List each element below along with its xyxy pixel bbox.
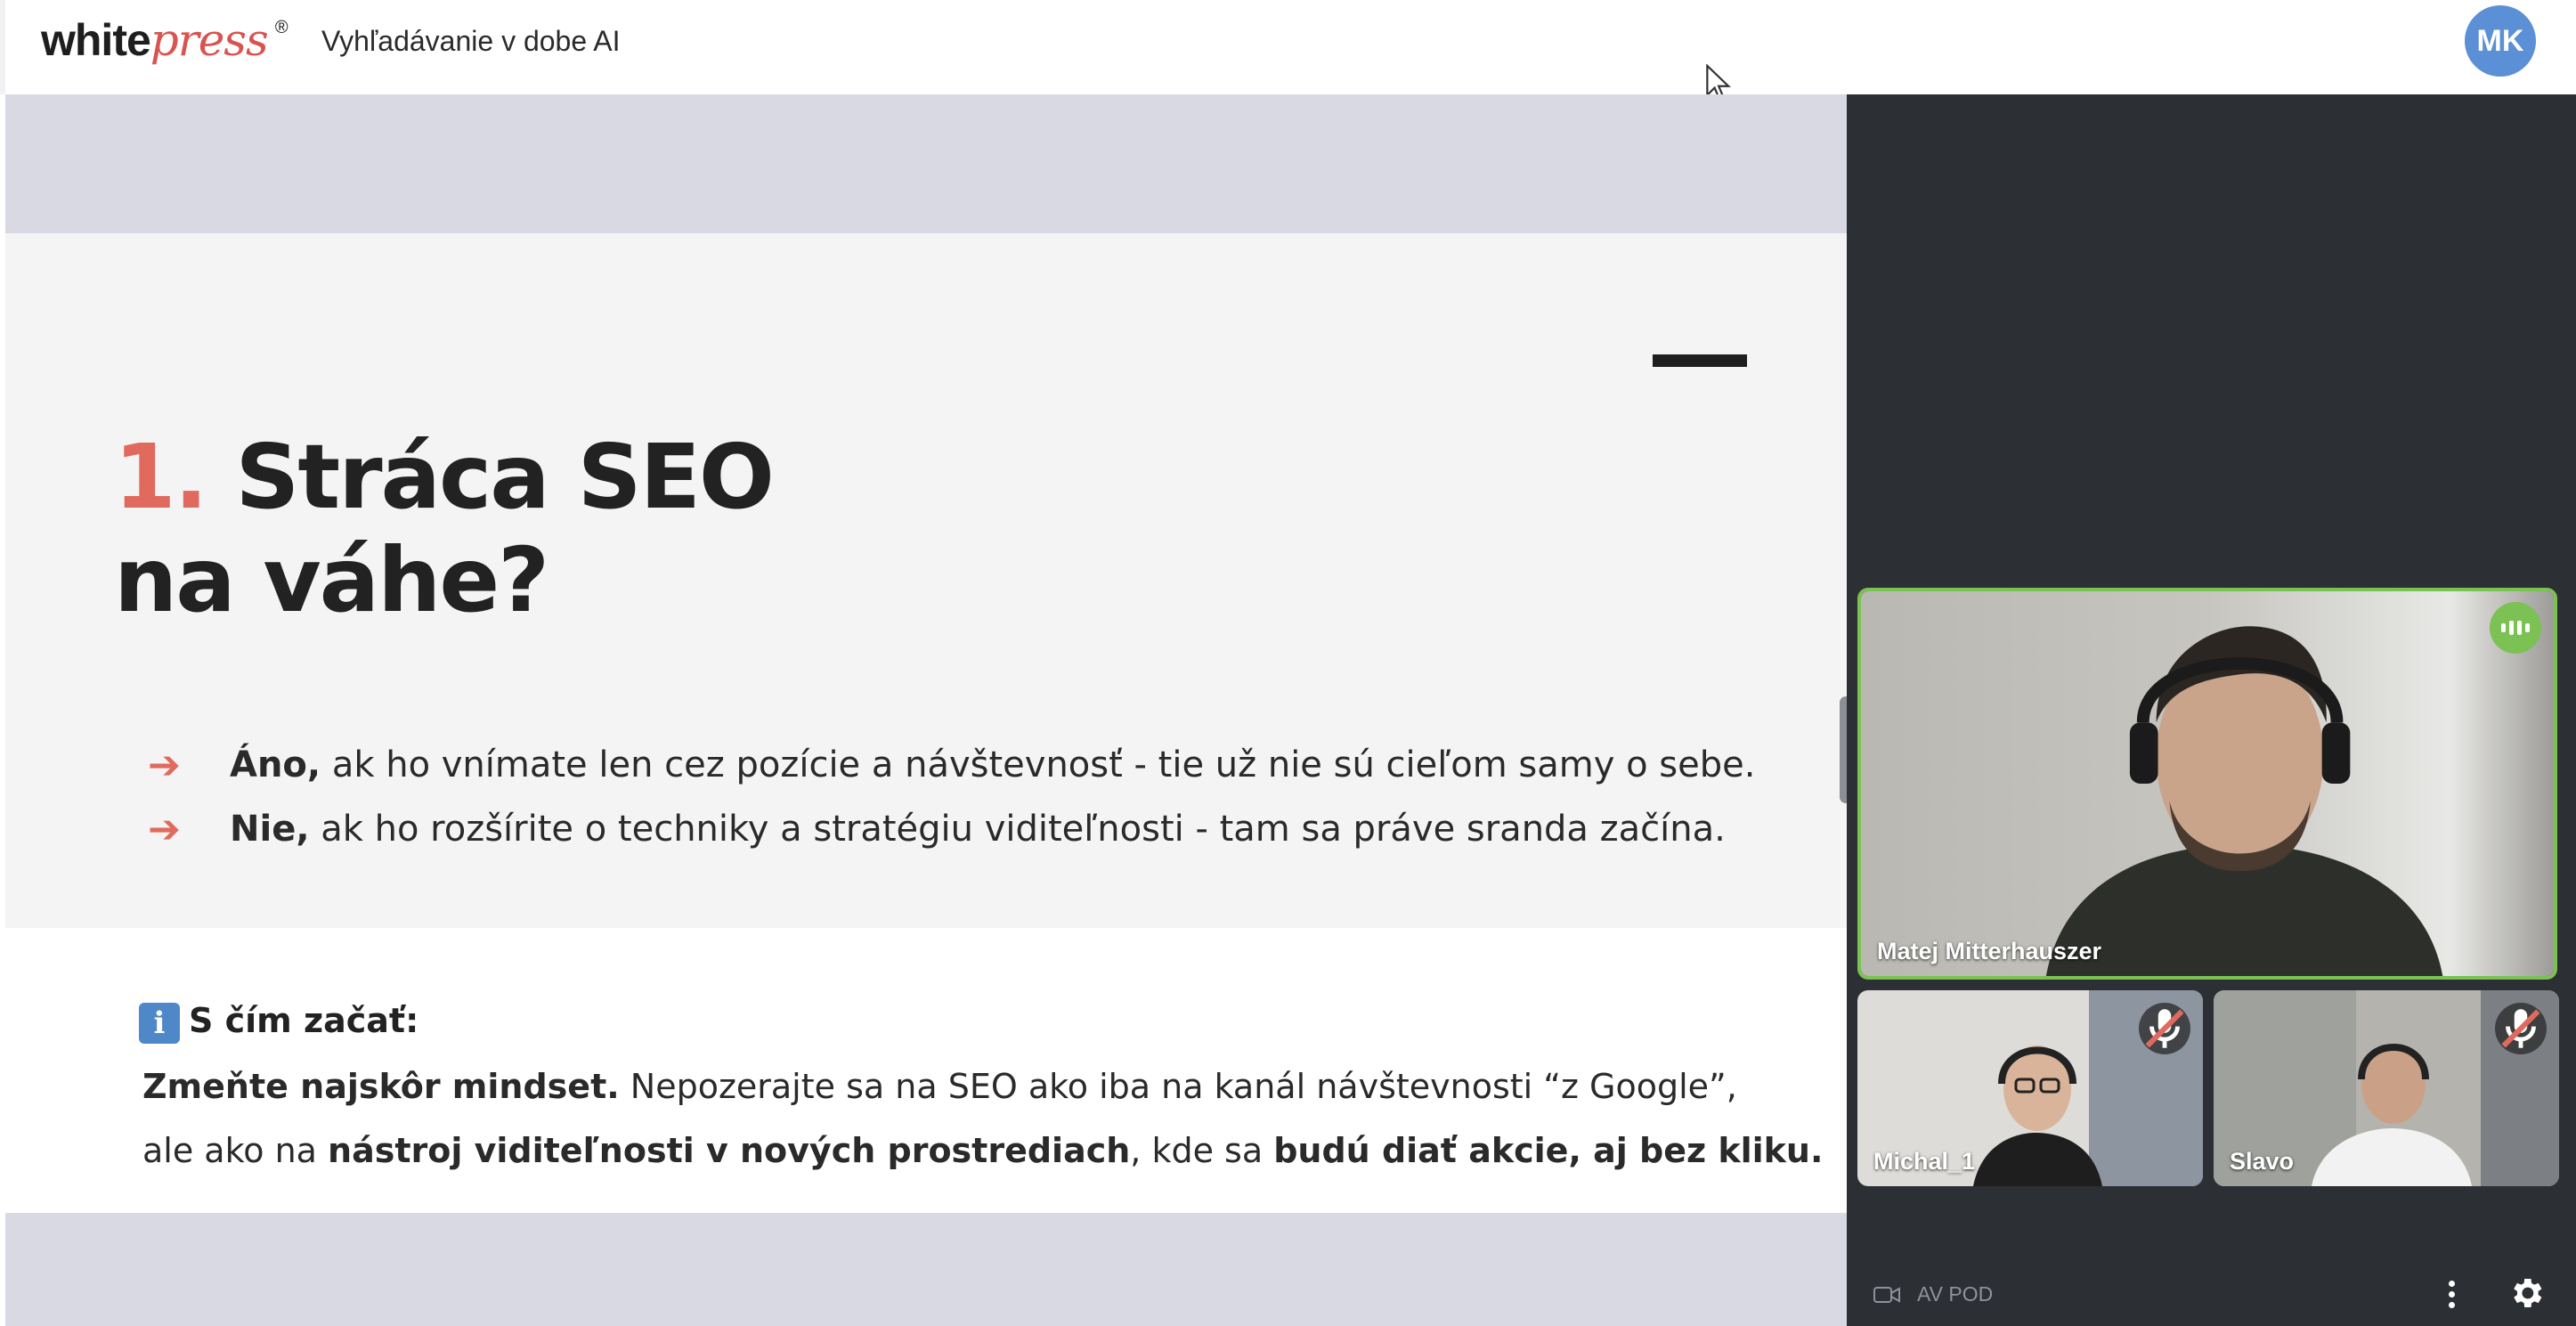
- speaking-indicator-icon: [2490, 602, 2541, 654]
- whitepress-logo[interactable]: whitepress ®: [41, 14, 288, 66]
- logo-text-white: white: [41, 15, 151, 65]
- bullet-no-label: Nie,: [230, 809, 310, 850]
- bullet-no: Nie, ak ho rozšírite o techniky a straté…: [230, 809, 1726, 850]
- bullet-yes: Áno, ak ho vnímate len cez pozície a náv…: [230, 744, 1755, 785]
- settings-gear-icon[interactable]: [2507, 1273, 2546, 1313]
- participant-tile-main[interactable]: Matej Mitterhauszer: [1857, 588, 2557, 980]
- participant-video: [1861, 591, 2554, 976]
- info-heading: iS čím začať:: [139, 1001, 418, 1044]
- bullet-arrow-icon: ➔: [148, 808, 181, 851]
- info-icon: i: [139, 1002, 180, 1044]
- participant-tile[interactable]: Slavo: [2214, 990, 2559, 1186]
- bullet-arrow-icon: ➔: [148, 744, 181, 787]
- logo-text-press: press: [150, 14, 269, 66]
- info-paragraph-line1: Zmeňte najskôr mindset. Nepozerajte sa n…: [142, 1067, 1737, 1106]
- participant-tile[interactable]: Michal_1: [1857, 990, 2203, 1186]
- para2-bold1: nástroj viditeľnosti v nových prostredia…: [328, 1131, 1131, 1170]
- mic-muted-icon: [2495, 1003, 2547, 1054]
- presentation-slide: 1. Stráca SEO na váhe? ➔ Áno, ak ho vním…: [5, 94, 1847, 1326]
- slide-title: 1. Stráca SEO na váhe?: [114, 425, 775, 632]
- para2-text1: ale ako na: [142, 1131, 329, 1170]
- user-avatar[interactable]: MK: [2465, 5, 2536, 77]
- slide-title-line2: na váhe?: [114, 528, 549, 632]
- participant-name: Michal_1: [1873, 1148, 1976, 1175]
- slide-title-number: 1.: [114, 425, 208, 529]
- mic-muted-icon: [2139, 1003, 2190, 1054]
- bullet-yes-text: ak ho vnímate len cez pozície a návštevn…: [321, 744, 1756, 785]
- para2-bold2: budú diať akcie, aj bez kliku.: [1273, 1131, 1824, 1170]
- info-paragraph-line2: ale ako na nástroj viditeľnosti v nových…: [142, 1131, 1823, 1170]
- para2-text2: , kde sa: [1130, 1131, 1274, 1170]
- slide-decorative-dash: [1653, 354, 1747, 367]
- para1-text: Nepozerajte sa na SEO ako iba na kanál n…: [619, 1067, 1737, 1106]
- para1-bold: Zmeňte najskôr mindset.: [142, 1067, 620, 1106]
- logo-registered-mark: ®: [274, 18, 288, 37]
- bullet-no-text: ak ho rozšírite o techniky a stratégiu v…: [309, 809, 1726, 850]
- bullet-yes-label: Áno,: [230, 744, 321, 785]
- participant-name: Slavo: [2230, 1148, 2295, 1175]
- top-bar: whitepress ® Vyhľadávanie v dobe AI MK: [0, 0, 2576, 94]
- camera-source-label[interactable]: AV POD: [1917, 1282, 1993, 1306]
- meeting-title: Vyhľadávanie v dobe AI: [321, 25, 621, 57]
- info-heading-text: S čím začať:: [189, 1001, 419, 1040]
- camera-icon[interactable]: [1873, 1285, 1900, 1305]
- more-options-icon[interactable]: [2438, 1273, 2465, 1314]
- slide-title-line1: Stráca SEO: [235, 425, 775, 529]
- participant-name: Matej Mitterhauszer: [1877, 938, 2102, 964]
